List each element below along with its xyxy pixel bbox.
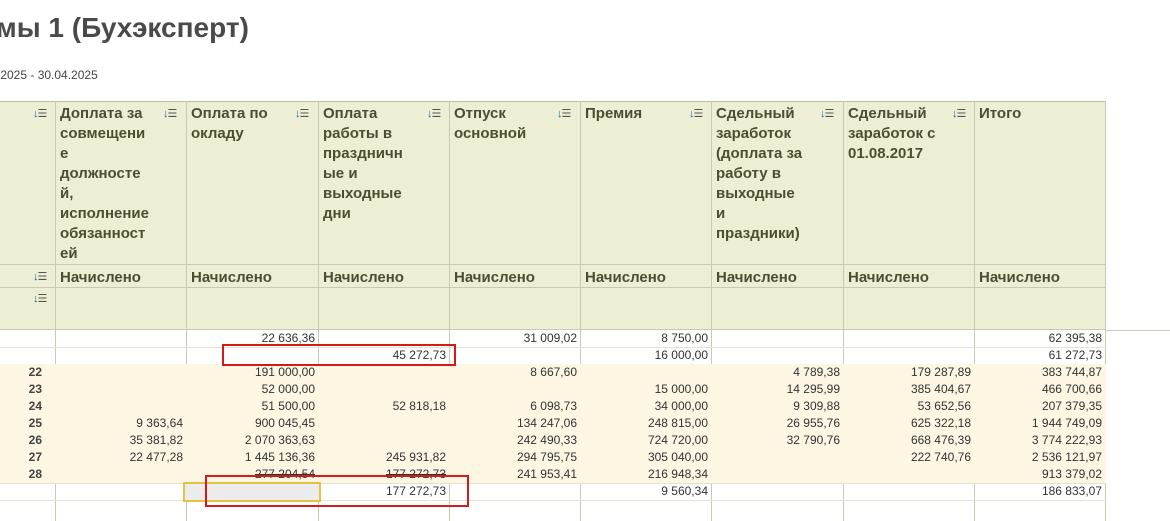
table-header: ↓☰ ↓☰ ↓☰ Доплата за совмещени е должност… [0,101,1106,330]
sort-icon[interactable]: ↓☰ [33,107,47,120]
table-row[interactable]: 25 9 363,64 900 045,45 134 247,06 248 81… [0,415,1106,433]
column-header-holiday-work[interactable]: Оплата работы в праздничн ые и выходные … [323,104,423,224]
table-row[interactable]: 26 35 381,82 2 070 363,63 242 490,33 724… [0,432,1106,450]
table-row[interactable]: 24 51 500,00 52 818,18 6 098,73 34 000,0… [0,398,1106,416]
column-header-bonus[interactable]: Премия [585,104,685,124]
sort-icon[interactable]: ↓☰ [427,107,441,120]
sort-icon[interactable]: ↓☰ [33,292,47,305]
subheader-accrued: Начислено [323,269,404,286]
sort-icon[interactable]: ↓☰ [295,107,309,120]
column-header-total[interactable]: Итого [979,104,1089,124]
sort-icon[interactable]: ↓☰ [689,107,703,120]
subheader-accrued: Начислено [848,269,929,286]
table-row[interactable]: 22 191 000,00 8 667,60 4 789,38 179 287,… [0,364,1106,382]
sort-icon[interactable]: ↓☰ [163,107,177,120]
subheader-accrued: Начислено [716,269,797,286]
column-header-piecework-extra[interactable]: Сдельный заработок (доплата за работу в … [716,104,816,244]
subheader-accrued: Начислено [191,269,272,286]
table-row[interactable]: 23 52 000,00 15 000,00 14 295,99 385 404… [0,381,1106,399]
sort-icon[interactable]: ↓☰ [820,107,834,120]
column-header-vacation[interactable]: Отпуск основной [454,104,554,144]
subheader-accrued: Начислено [454,269,535,286]
sort-icon[interactable]: ↓☰ [557,107,571,120]
subheader-accrued: Начислено [585,269,666,286]
column-header-salary[interactable]: Оплата по окладу [191,104,291,144]
report-title: мы 1 (Бухэксперт) [0,12,249,43]
highlight-box [222,344,456,366]
highlight-box [205,475,469,507]
column-header-piecework[interactable]: Сдельный заработок с 01.08.2017 [848,104,948,164]
table-row[interactable]: 27 22 477,28 1 445 136,36 245 931,82 294… [0,449,1106,467]
table-row[interactable]: 22 636,36 31 009,02 8 750,00 62 395,38 [0,330,1106,348]
report-table: ↓☰ ↓☰ ↓☰ Доплата за совмещени е должност… [0,101,1106,521]
report-period: .2025 - 30.04.2025 [0,68,98,82]
table-row[interactable]: 45 272,73 16 000,00 61 272,73 [0,347,1106,365]
sort-icon[interactable]: ↓☰ [952,107,966,120]
column-header-combination[interactable]: Доплата за совмещени е должносте й, испо… [60,104,160,264]
sort-icon[interactable]: ↓☰ [33,270,47,283]
table-row[interactable]: 177 272,73 9 560,34 186 833,07 [0,483,1106,501]
subheader-accrued: Начислено [979,269,1060,286]
table-row[interactable]: 28 277 204,54 177 272,73 241 953,41 216 … [0,466,1106,484]
subheader-accrued: Начислено [60,269,141,286]
